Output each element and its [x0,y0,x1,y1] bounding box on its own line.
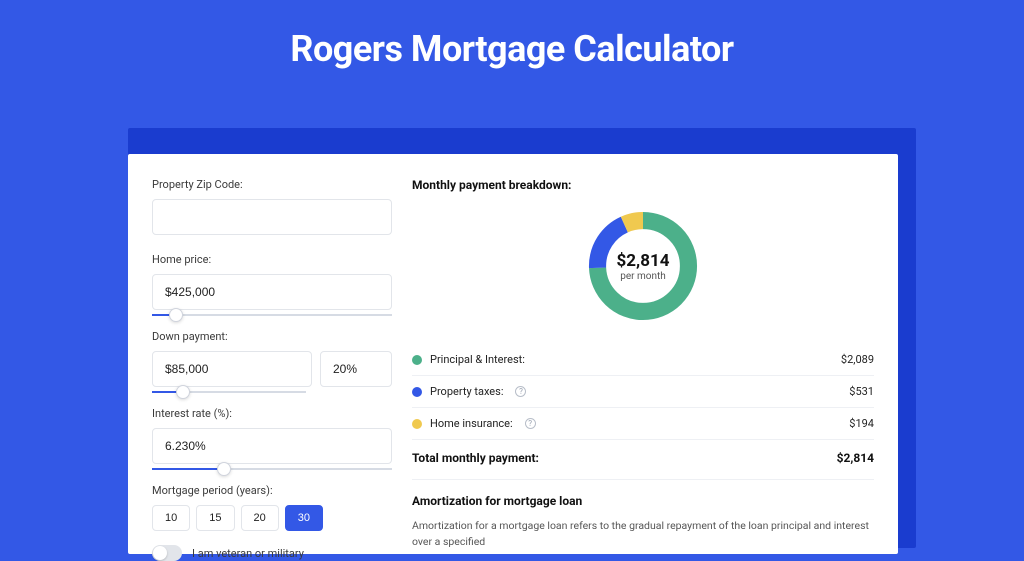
interest-label: Interest rate (%): [152,407,392,420]
period-block: Mortgage period (years): 1015 2030 [152,484,392,531]
down-payment-input[interactable] [152,351,312,387]
veteran-row: I am veteran or military [152,545,392,561]
interest-slider[interactable] [152,468,392,470]
amortization-title: Amortization for mortgage loan [412,494,874,508]
zip-field-block: Property Zip Code: [152,178,392,239]
payment-donut-chart: $2,814 per month [583,206,703,326]
interest-slider-thumb[interactable] [217,462,231,476]
period-option-30[interactable]: 30 [285,505,323,531]
veteran-toggle-knob [153,546,167,560]
interest-block: Interest rate (%): [152,407,392,470]
donut-sub: per month [620,271,666,282]
interest-input[interactable] [152,428,392,464]
legend-dot-icon [412,355,422,365]
down-payment-block: Down payment: [152,330,392,393]
legend-label: Home insurance: [430,417,513,430]
down-payment-pct-input[interactable] [320,351,392,387]
period-option-15[interactable]: 15 [196,505,234,531]
help-icon[interactable]: ? [515,386,526,397]
zip-label: Property Zip Code: [152,178,392,191]
period-label: Mortgage period (years): [152,484,392,497]
down-payment-slider-thumb[interactable] [176,385,190,399]
donut-wrap: $2,814 per month [412,206,874,326]
home-price-slider[interactable] [152,314,392,316]
period-option-10[interactable]: 10 [152,505,190,531]
total-label: Total monthly payment: [412,451,539,465]
form-column: Property Zip Code: Home price: Down paym… [152,178,392,554]
legend-row: Property taxes:? $531 [412,375,874,407]
donut-center: $2,814 per month [583,206,703,326]
legend-row: Principal & Interest: $2,089 [412,344,874,375]
home-price-label: Home price: [152,253,392,266]
down-payment-label: Down payment: [152,330,392,343]
help-icon[interactable]: ? [525,418,536,429]
legend-row: Home insurance:? $194 [412,407,874,439]
home-price-slider-thumb[interactable] [169,308,183,322]
total-row: Total monthly payment: $2,814 [412,439,874,479]
legend-dot-icon [412,419,422,429]
breakdown-title: Monthly payment breakdown: [412,178,874,192]
period-options: 1015 2030 [152,505,392,531]
legend-value: $2,089 [841,353,874,366]
amortization-text: Amortization for a mortgage loan refers … [412,518,874,550]
amortization-block: Amortization for mortgage loan Amortizat… [412,479,874,550]
period-option-20[interactable]: 20 [241,505,279,531]
legend-dot-icon [412,387,422,397]
donut-amount: $2,814 [617,251,670,271]
legend-value: $531 [849,385,874,398]
down-payment-slider[interactable] [152,391,306,393]
home-price-input[interactable] [152,274,392,310]
veteran-toggle[interactable] [152,545,182,561]
results-column: Monthly payment breakdown: $2,814 per mo… [412,178,874,554]
total-value: $2,814 [837,451,874,465]
zip-input[interactable] [152,199,392,235]
veteran-label: I am veteran or military [192,547,304,560]
interest-slider-fill [152,468,224,470]
home-price-block: Home price: [152,253,392,316]
legend-label: Principal & Interest: [430,353,525,366]
calculator-card: Property Zip Code: Home price: Down paym… [128,154,898,554]
legend-value: $194 [849,417,874,430]
legend-label: Property taxes: [430,385,503,398]
breakdown-legend: Principal & Interest: $2,089 Property taxe… [412,344,874,439]
page-title: Rogers Mortgage Calculator [0,0,1024,92]
